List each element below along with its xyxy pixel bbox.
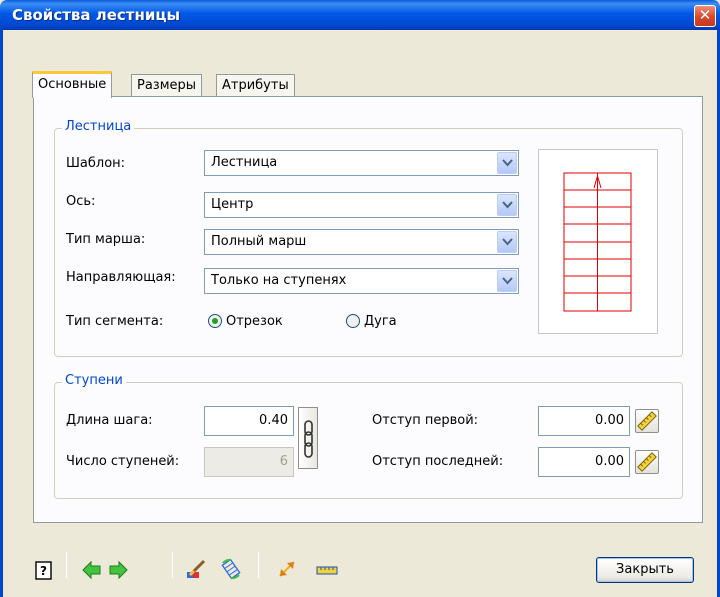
dialog-window: Свойства лестницы ✕ Основные Размеры Атр… <box>0 0 720 597</box>
guide-label: Направляющая: <box>66 270 176 285</box>
arrow-left-icon[interactable] <box>81 559 103 581</box>
resize-icon[interactable] <box>276 558 298 580</box>
stair-preview <box>538 149 658 334</box>
stair-preview-drawing <box>563 172 632 312</box>
last-offset-label: Отступ последней: <box>372 454 504 469</box>
step-count-value: 6 <box>279 454 288 469</box>
step-length-label: Длина шага: <box>66 413 153 428</box>
march-type-value: Полный марш <box>211 234 307 249</box>
template-value: Лестница <box>211 155 278 170</box>
link-toggle-button[interactable] <box>298 407 318 469</box>
window-border-left <box>0 30 3 597</box>
step-length-input[interactable]: 0.40 <box>204 406 294 436</box>
close-icon: ✕ <box>698 6 712 24</box>
chevron-down-icon[interactable] <box>497 270 517 292</box>
tab-attributes[interactable]: Атрибуты <box>216 74 295 98</box>
chevron-down-icon[interactable] <box>497 194 517 216</box>
step-count-input: 6 <box>204 447 294 477</box>
toolbar-separator <box>172 552 173 578</box>
svg-text:?: ? <box>40 564 47 578</box>
last-offset-value: 0.00 <box>595 454 624 469</box>
rotate-icon[interactable] <box>220 558 242 580</box>
axis-value: Центр <box>211 197 254 212</box>
template-dropdown[interactable]: Лестница <box>204 150 519 176</box>
tab-dimensions[interactable]: Размеры <box>131 74 203 98</box>
last-offset-input[interactable]: 0.00 <box>538 447 630 477</box>
steps-group-title: Ступени <box>62 373 126 388</box>
step-count-label: Число ступеней: <box>66 454 180 469</box>
radio-segment-line[interactable] <box>208 314 222 328</box>
radio-segment-arc-label[interactable]: Дуга <box>364 314 397 329</box>
template-label: Шаблон: <box>66 156 126 171</box>
arrow-right-icon[interactable] <box>107 559 129 581</box>
axis-label: Ось: <box>66 194 96 209</box>
ruler-icon[interactable] <box>316 560 338 582</box>
radio-selected-dot <box>212 318 218 324</box>
march-type-dropdown[interactable]: Полный марш <box>204 229 519 255</box>
help-icon[interactable]: ? <box>33 560 55 582</box>
tab-basic[interactable]: Основные <box>32 71 113 98</box>
stair-group-title: Лестница <box>62 119 135 134</box>
ruler-icon <box>637 452 657 472</box>
march-type-label: Тип марша: <box>66 232 146 247</box>
step-length-value: 0.40 <box>259 413 288 428</box>
ruler-icon <box>637 411 657 431</box>
first-offset-value: 0.00 <box>595 413 624 428</box>
first-offset-label: Отступ первой: <box>372 413 479 428</box>
axis-dropdown[interactable]: Центр <box>204 192 519 218</box>
chain-link-icon <box>304 420 313 458</box>
close-window-button[interactable]: ✕ <box>694 5 716 27</box>
toolbar-separator <box>66 552 67 578</box>
radio-segment-line-label[interactable]: Отрезок <box>226 314 283 329</box>
segment-type-label: Тип сегмента: <box>66 314 164 329</box>
window-title: Свойства лестницы <box>12 6 181 24</box>
first-offset-input[interactable]: 0.00 <box>538 406 630 436</box>
title-bar[interactable]: Свойства лестницы ✕ <box>0 0 720 30</box>
measure-last-button[interactable] <box>635 450 659 474</box>
guide-dropdown[interactable]: Только на ступенях <box>204 268 519 294</box>
steps-group <box>54 382 683 499</box>
paint-brush-icon[interactable] <box>185 558 207 580</box>
measure-first-button[interactable] <box>635 409 659 433</box>
radio-segment-arc[interactable] <box>346 314 360 328</box>
toolbar-separator <box>258 552 259 578</box>
guide-value: Только на ступенях <box>211 273 347 288</box>
chevron-down-icon[interactable] <box>497 152 517 174</box>
chevron-down-icon[interactable] <box>497 231 517 253</box>
close-button[interactable]: Закрыть <box>596 557 694 583</box>
